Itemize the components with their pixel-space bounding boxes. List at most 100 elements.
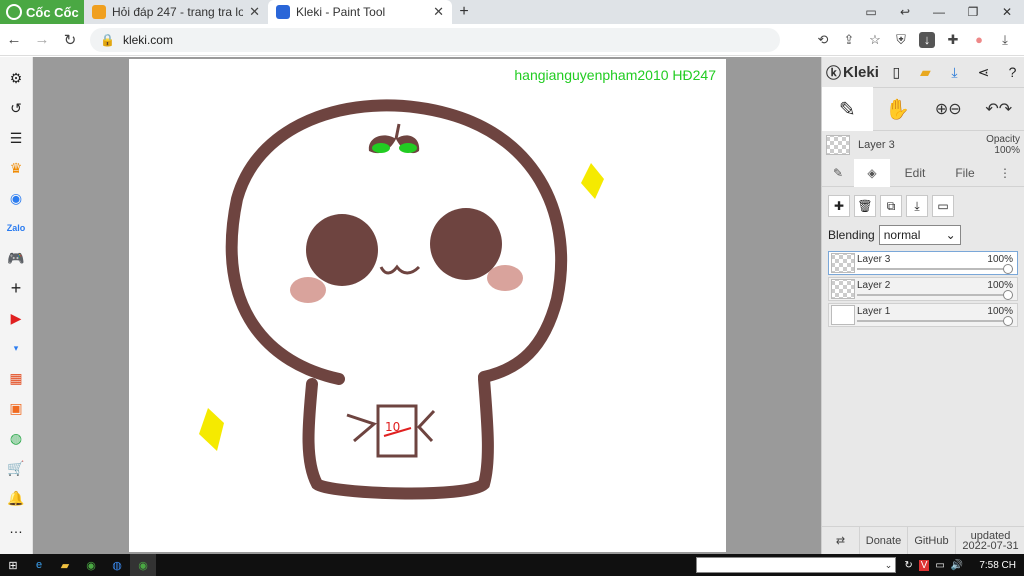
blending-row: Blending normal ⌄	[822, 225, 1024, 245]
windows-start-icon[interactable]: ⊞	[0, 554, 26, 576]
history-icon[interactable]: ↺	[7, 97, 25, 119]
location-icon[interactable]: ◍	[7, 427, 25, 449]
forward-button[interactable]: →	[28, 31, 56, 48]
messenger-icon[interactable]: ◉	[7, 187, 25, 209]
maximize-icon[interactable]: ❐	[956, 0, 990, 24]
new-tab-button[interactable]: +	[452, 0, 476, 24]
minimize-icon[interactable]: —	[922, 0, 956, 24]
monitor-icon[interactable]: ▭	[935, 560, 944, 571]
right-eye	[430, 208, 502, 280]
coccoc-brand[interactable]: Cốc Cốc	[0, 0, 84, 24]
browser-sidebar: ⚙ ↺ ☰ ♛ ◉ Zalo 🎮 + ▶ ▾ ▦ ▣ ◍ 🛒 🔔 …	[0, 57, 33, 554]
drawing-canvas[interactable]: hangianguyenpham2010 HĐ247 10	[129, 59, 726, 552]
open-folder-icon[interactable]: ▰	[914, 60, 937, 84]
puzzle-icon[interactable]: ✚	[940, 32, 966, 48]
tab-brush[interactable]: ✎	[822, 159, 854, 187]
back-button[interactable]: ←	[0, 31, 28, 48]
save-download-icon[interactable]: ⤓	[943, 60, 966, 84]
left-blush	[290, 277, 326, 303]
shield-icon[interactable]: ⛨	[888, 32, 914, 48]
translate-icon[interactable]: ⟲	[810, 32, 836, 48]
layer-item-1[interactable]: Layer 1 100%	[828, 303, 1018, 327]
refresh-icon[interactable]: ↻	[904, 560, 912, 571]
current-layer-name: Layer 3	[858, 139, 895, 151]
zoom-tool[interactable]: ⊕⊖	[923, 87, 974, 131]
download-box-icon[interactable]: ↓	[919, 31, 935, 48]
shopping-icon[interactable]: ▦	[7, 367, 25, 389]
scroll-down-icon[interactable]: ▾	[7, 337, 25, 359]
file-explorer-icon[interactable]: ▰	[52, 554, 78, 576]
settings-gear-icon[interactable]: ⚙	[7, 67, 25, 89]
layer-opacity-slider[interactable]	[857, 320, 1013, 322]
spark-right	[581, 163, 604, 199]
hoidap-favicon-icon	[92, 5, 106, 19]
help-icon[interactable]: ?	[1001, 60, 1024, 84]
tab-file[interactable]: File	[940, 159, 990, 187]
tab-close-icon[interactable]: ✕	[433, 4, 444, 20]
share-icon[interactable]: ⋖	[972, 60, 995, 84]
back-arrow-icon[interactable]: ↩	[888, 0, 922, 24]
kleki-logo[interactable]: ⓚ Kleki	[826, 62, 879, 83]
tab-close-icon[interactable]: ✕	[249, 4, 260, 20]
layer-opacity-knob[interactable]	[1003, 264, 1013, 274]
gamepad-icon[interactable]: 🎮	[7, 247, 25, 269]
add-layer-icon[interactable]: ✚	[828, 195, 850, 217]
url-field[interactable]: 🔒 kleki.com	[90, 27, 780, 52]
more-menu-icon[interactable]: ⋮	[990, 159, 1020, 187]
layer-opacity-knob[interactable]	[1003, 316, 1013, 326]
sprout-leaf-left	[372, 143, 390, 153]
brush-tool[interactable]: ✎	[822, 87, 873, 131]
delete-layer-icon[interactable]: 🗑	[854, 195, 876, 217]
layer-thumbnail	[831, 305, 855, 325]
crown-icon[interactable]: ♛	[7, 157, 25, 179]
layer-opacity-knob[interactable]	[1003, 290, 1013, 300]
layer-item-3[interactable]: Layer 3 100%	[828, 251, 1018, 275]
new-image-icon[interactable]: ▯	[885, 60, 908, 84]
zalo-taskbar-icon[interactable]: ◍	[104, 554, 130, 576]
donate-link[interactable]: Donate	[860, 527, 908, 554]
edge-icon[interactable]: e	[26, 554, 52, 576]
github-link[interactable]: GitHub	[908, 527, 956, 554]
layer-opacity-slider[interactable]	[857, 268, 1013, 270]
bell-icon[interactable]: 🔔	[7, 487, 25, 509]
layers-icon: ◈	[867, 165, 877, 180]
swap-icon[interactable]: ⇄	[822, 527, 860, 554]
add-icon[interactable]: +	[7, 277, 25, 299]
tiki-icon[interactable]: ▣	[7, 397, 25, 419]
chevron-down-icon: ⌄	[945, 228, 956, 242]
list-icon[interactable]: ☰	[7, 127, 25, 149]
youtube-icon[interactable]: ▶	[7, 307, 25, 329]
undo-redo-tool[interactable]: ↶↷	[974, 87, 1024, 131]
more-icon[interactable]: …	[7, 517, 25, 539]
blending-select[interactable]: normal ⌄	[878, 225, 961, 245]
bookmark-star-icon[interactable]: ☆	[862, 32, 888, 48]
url-text: kleki.com	[122, 32, 173, 47]
taskbar-search-box[interactable]: ⌄	[696, 557, 897, 573]
share-icon[interactable]: ⇪	[836, 32, 862, 48]
tab-edit[interactable]: Edit	[890, 159, 940, 187]
speaker-icon[interactable]: 🔊	[951, 560, 963, 571]
panel-top-bar: ⓚ Kleki ▯ ▰ ⤓ ⋖ ?	[822, 57, 1024, 87]
reload-button[interactable]: ↻	[56, 31, 84, 49]
tab-layers[interactable]: ◈	[854, 158, 890, 187]
tab-hoidap[interactable]: Hỏi đáp 247 - trang tra loi ✕	[84, 0, 268, 24]
layer-thumbnail	[831, 253, 855, 273]
zoom-in-out-icon: ⊕⊖	[934, 101, 962, 118]
pip-icon[interactable]: ▭	[854, 0, 888, 24]
hand-tool[interactable]: ✋	[873, 87, 924, 131]
coccoc-active-icon[interactable]: ◉	[130, 554, 156, 576]
vivaldi-icon[interactable]: V	[918, 559, 930, 571]
layer-name: Layer 2	[857, 280, 891, 291]
rename-layer-icon[interactable]: ▭	[932, 195, 954, 217]
duplicate-layer-icon[interactable]: ⧉	[880, 195, 902, 217]
cart-icon[interactable]: 🛒	[7, 457, 25, 479]
zalo-icon[interactable]: Zalo	[7, 217, 26, 239]
close-icon[interactable]: ✕	[990, 0, 1024, 24]
merge-layer-icon[interactable]: ⤓	[906, 195, 928, 217]
layer-opacity-slider[interactable]	[857, 294, 1013, 296]
download-icon[interactable]: ⤓	[992, 32, 1018, 48]
pig-icon[interactable]: ●	[966, 32, 992, 48]
tab-kleki[interactable]: Kleki - Paint Tool ✕	[268, 0, 452, 24]
layer-item-2[interactable]: Layer 2 100%	[828, 277, 1018, 301]
coccoc-taskbar-icon[interactable]: ◉	[78, 554, 104, 576]
